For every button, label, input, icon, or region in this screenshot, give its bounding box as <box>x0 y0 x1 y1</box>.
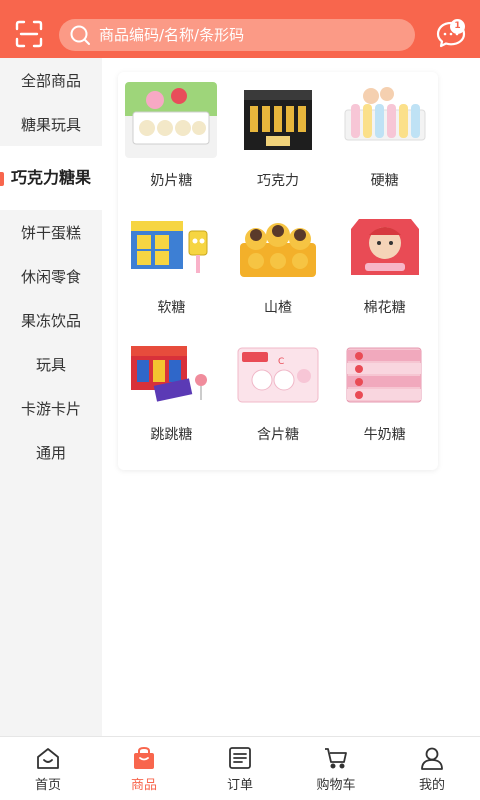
category-sidebar: 全部商品 糖果玩具 巧克力糖果 饼干蛋糕 休闲零食 果冻饮品 玩具 卡游卡片 通… <box>0 58 102 736</box>
product-image <box>125 336 218 412</box>
product-image <box>338 336 431 412</box>
cart-icon <box>325 748 347 769</box>
tab-home-label: 首页 <box>34 778 61 793</box>
product-name: 牛奶糖 <box>363 427 406 443</box>
product-item[interactable]: 巧克力 <box>225 80 332 207</box>
tab-products[interactable]: 商品 <box>96 737 192 800</box>
bottom-nav: 首页 商品 订单 购物车 我的 <box>0 736 480 800</box>
product-name: 软糖 <box>157 300 186 316</box>
product-name: 跳跳糖 <box>150 427 193 443</box>
svg-text:C: C <box>278 357 284 367</box>
top-header: 1 <box>0 0 480 58</box>
product-grid: 奶片糖 巧克力 硬糖 软糖 山楂 棉花糖 跳跳糖 C 含片糖 牛奶糖 <box>118 72 438 461</box>
message-badge: 1 <box>450 19 465 34</box>
product-item[interactable]: 硬糖 <box>331 80 438 207</box>
sidebar-item-toys[interactable]: 玩具 <box>0 342 102 386</box>
tab-cart[interactable]: 购物车 <box>288 737 384 800</box>
tab-products-label: 商品 <box>130 778 157 793</box>
product-item[interactable]: 跳跳糖 <box>118 334 225 461</box>
product-name: 含片糖 <box>256 427 299 443</box>
product-image <box>231 82 324 158</box>
product-name: 巧克力 <box>256 173 299 189</box>
subcategory-card: 奶片糖 巧克力 硬糖 软糖 山楂 棉花糖 跳跳糖 C 含片糖 牛奶糖 <box>118 72 438 470</box>
tab-orders-label: 订单 <box>226 778 253 793</box>
scan-icon[interactable] <box>14 19 44 49</box>
sidebar-item-general[interactable]: 通用 <box>0 430 102 474</box>
tab-cart-label: 购物车 <box>316 778 356 793</box>
user-icon <box>421 747 443 770</box>
product-item[interactable]: 棉花糖 <box>331 207 438 334</box>
product-item[interactable]: 软糖 <box>118 207 225 334</box>
product-image <box>338 82 431 158</box>
main-panel: 奶片糖 巧克力 硬糖 软糖 山楂 棉花糖 跳跳糖 C 含片糖 牛奶糖 <box>102 58 480 736</box>
sidebar-item-snacks[interactable]: 休闲零食 <box>0 254 102 298</box>
product-item[interactable]: 山楂 <box>225 207 332 334</box>
product-image <box>125 209 218 285</box>
product-name: 硬糖 <box>370 173 399 189</box>
sidebar-item-all[interactable]: 全部商品 <box>0 58 102 102</box>
sidebar-item-cards[interactable]: 卡游卡片 <box>0 386 102 430</box>
sidebar-item-candy-toys[interactable]: 糖果玩具 <box>0 102 102 146</box>
product-item[interactable]: C 含片糖 <box>225 334 332 461</box>
app-root: 1 全部商品 糖果玩具 巧克力糖果 饼干蛋糕 休闲零食 果冻饮品 玩具 卡游卡片… <box>0 0 480 800</box>
product-name: 棉花糖 <box>363 300 406 316</box>
search-icon <box>70 25 90 45</box>
tab-mine[interactable]: 我的 <box>384 737 480 800</box>
search-bar[interactable] <box>59 19 415 51</box>
product-name: 奶片糖 <box>150 173 193 189</box>
tab-orders[interactable]: 订单 <box>192 737 288 800</box>
tab-home[interactable]: 首页 <box>0 737 96 800</box>
product-image <box>231 209 324 285</box>
product-image <box>125 82 218 158</box>
product-image <box>338 209 431 285</box>
shopping-bag-icon <box>134 746 154 769</box>
search-input[interactable] <box>99 19 415 51</box>
sidebar-item-biscuits-cakes[interactable]: 饼干蛋糕 <box>0 210 102 254</box>
home-icon <box>37 748 59 769</box>
product-item[interactable]: 奶片糖 <box>118 80 225 207</box>
product-item[interactable]: 牛奶糖 <box>331 334 438 461</box>
sidebar-item-jelly-drinks[interactable]: 果冻饮品 <box>0 298 102 342</box>
product-name: 山楂 <box>263 300 292 316</box>
sidebar-item-chocolate-candy[interactable]: 巧克力糖果 <box>0 146 102 210</box>
tab-mine-label: 我的 <box>418 778 445 793</box>
product-image: C <box>231 336 324 412</box>
order-list-icon <box>229 747 251 769</box>
